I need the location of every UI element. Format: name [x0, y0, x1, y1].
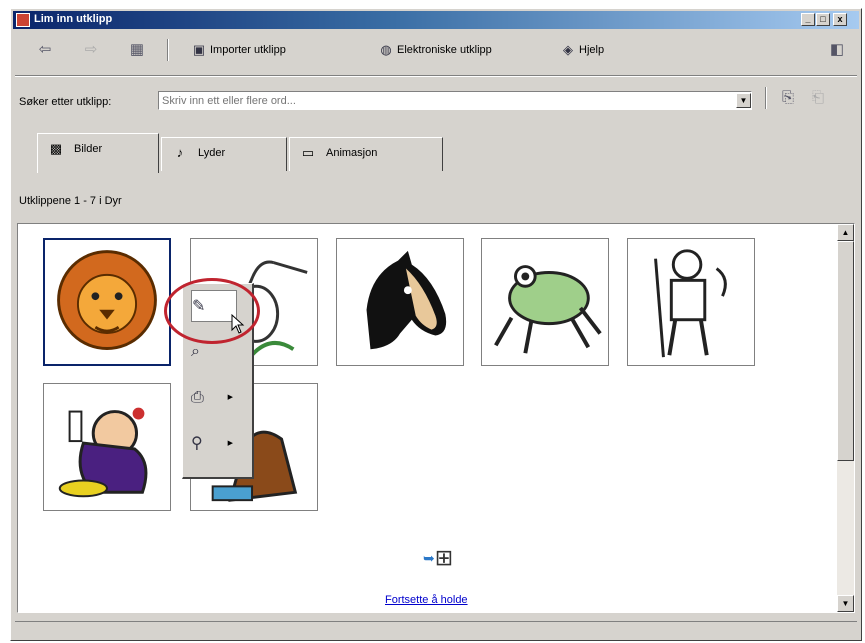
- add-to-category-icon[interactable]: ⎙ ▶: [191, 382, 237, 414]
- back-arrow-icon[interactable]: ⇦: [35, 41, 55, 59]
- tab-pictures[interactable]: ▩ Bilder: [37, 133, 159, 173]
- mouse-pointer-icon: [231, 314, 245, 334]
- hunter-icon: [654, 249, 727, 358]
- app-icon: [16, 13, 30, 27]
- toolbar-separator: [765, 87, 767, 109]
- help-label: Hjelp: [579, 44, 605, 56]
- minimize-button[interactable]: _: [801, 13, 815, 26]
- pictures-icon: ▩: [49, 141, 63, 157]
- toolbar-divider: [15, 75, 857, 77]
- keep-looking-link[interactable]: Fortsette å holde: [385, 594, 468, 606]
- frog-icon: [494, 265, 602, 354]
- animation-icon: ▭: [301, 145, 315, 161]
- online-clips-label: Elektroniske utklipp: [397, 44, 492, 56]
- import-clips-label: Importer utklipp: [210, 44, 286, 56]
- tab-label: Lyder: [198, 147, 226, 159]
- submenu-arrow-icon: ▶: [227, 394, 233, 401]
- keep-looking-icon[interactable]: ➥⊞: [423, 546, 463, 570]
- import-clips-button[interactable]: ▣ Importer utklipp: [190, 41, 286, 59]
- copy-icon[interactable]: ⎘: [778, 89, 798, 107]
- title-bar[interactable]: Lim inn utklipp _ □ x: [13, 11, 859, 29]
- clip-gallery-window: Lim inn utklipp _ □ x ⇦ ⇨ ▦ ▣ Importer ut…: [10, 8, 862, 641]
- clip-magician[interactable]: [43, 383, 171, 511]
- tab-label: Bilder: [74, 143, 103, 155]
- close-button[interactable]: x: [833, 13, 847, 26]
- forward-arrow-icon[interactable]: ⇨: [81, 41, 101, 59]
- find-similar-icon[interactable]: ⚲ ▶: [191, 428, 237, 460]
- import-icon: ▣: [192, 42, 206, 58]
- clip-lion[interactable]: [43, 238, 171, 366]
- lion-icon: [57, 250, 157, 350]
- search-label: Søker etter utklipp:: [19, 96, 112, 108]
- clip-horse[interactable]: [336, 238, 464, 366]
- paste-icon[interactable]: ⎗: [808, 89, 828, 107]
- help-button[interactable]: ◈ Hjelp: [559, 41, 604, 59]
- tab-label: Animasjon: [326, 147, 378, 159]
- toolbar-separator: [167, 39, 169, 61]
- scroll-thumb[interactable]: [837, 241, 854, 461]
- clip-grid: ➥⊞ Fortsette å holde ▲ ▼: [17, 223, 855, 613]
- globe-icon: ◍: [380, 42, 392, 58]
- magician-icon: [58, 407, 148, 498]
- online-clips-button[interactable]: ◍ Elektroniske utklipp: [377, 41, 492, 59]
- scroll-down-button[interactable]: ▼: [837, 595, 854, 612]
- collection-label: Utklippene 1 - 7 i Dyr: [19, 195, 122, 207]
- scroll-up-button[interactable]: ▲: [837, 224, 854, 241]
- clip-hunter[interactable]: [627, 238, 755, 366]
- submenu-arrow-icon: ▶: [227, 440, 233, 447]
- clip-frog[interactable]: [481, 238, 609, 366]
- search-input[interactable]: [158, 91, 752, 110]
- vertical-scrollbar[interactable]: ▲ ▼: [837, 224, 854, 612]
- highlight-circle: [164, 278, 260, 344]
- sounds-icon: ♪: [176, 145, 184, 161]
- window-title: Lim inn utklipp: [34, 13, 113, 25]
- maximize-button[interactable]: □: [816, 13, 830, 26]
- help-icon: ◈: [563, 42, 573, 58]
- tab-animation[interactable]: ▭ Animasjon: [289, 137, 443, 171]
- horse-icon: [366, 250, 447, 350]
- status-bar: [15, 621, 857, 639]
- toolbar: ⇦ ⇨ ▦ ▣ Importer utklipp ◍ Elektroniske ut…: [15, 35, 855, 65]
- search-dropdown-button[interactable]: ▼: [736, 93, 751, 108]
- tab-sounds[interactable]: ♪ Lyder: [161, 137, 287, 171]
- change-window-size-icon[interactable]: ◧: [827, 41, 847, 59]
- all-categories-icon[interactable]: ▦: [127, 41, 147, 59]
